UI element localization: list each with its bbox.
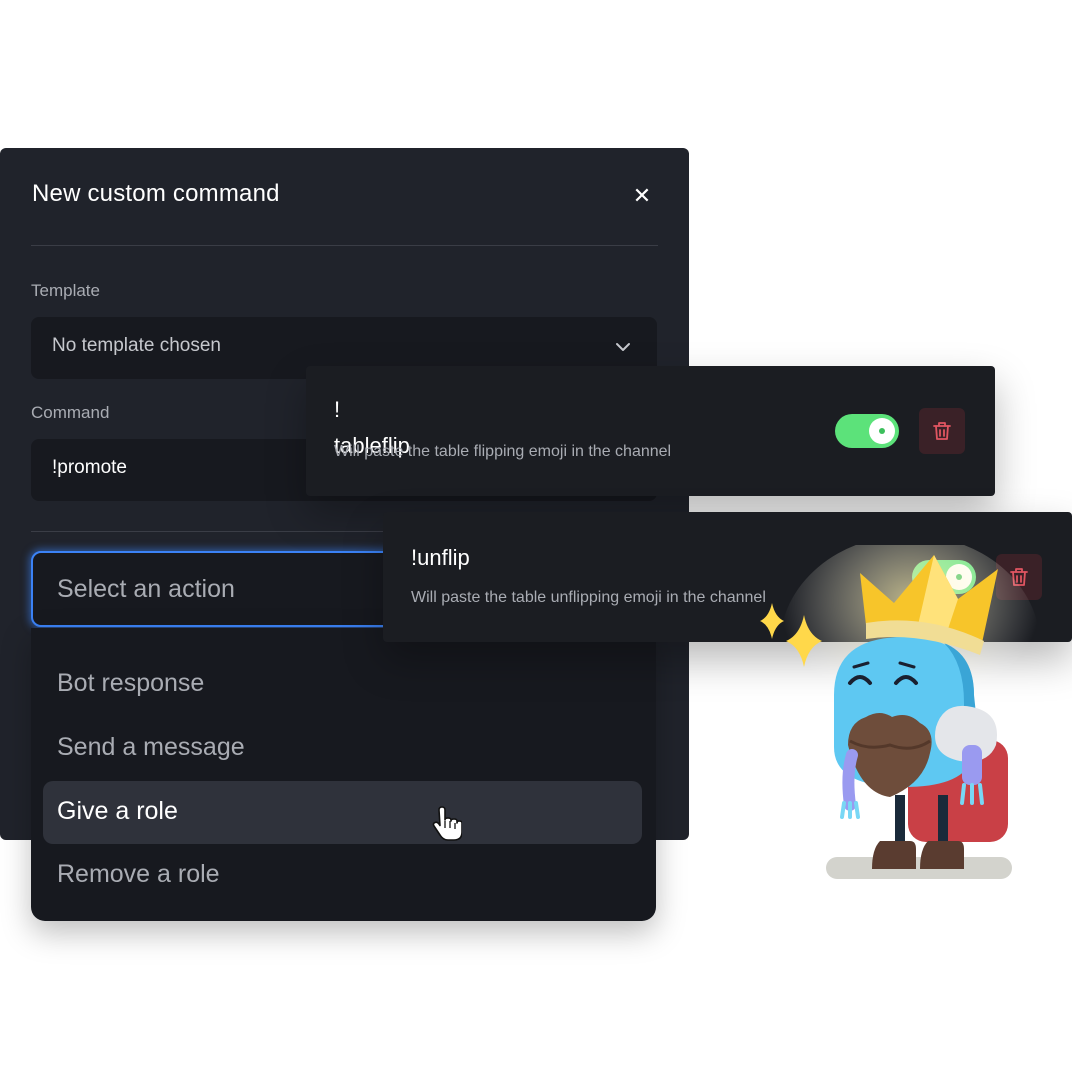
- title-divider: [31, 245, 658, 246]
- command-label: Command: [31, 403, 110, 422]
- close-icon[interactable]: ✕: [628, 182, 656, 210]
- enable-toggle[interactable]: [835, 414, 899, 448]
- command-name: !unflip: [411, 545, 470, 570]
- trash-icon: [933, 422, 951, 440]
- action-option-give-role[interactable]: Give a role: [43, 781, 642, 844]
- action-option-bot-response[interactable]: Bot response: [43, 653, 642, 716]
- template-select-value: No template chosen: [52, 335, 221, 356]
- king-mascot-illustration: [760, 545, 1040, 879]
- command-card-tableflip: ! tableflip Will paste the table flippin…: [306, 366, 995, 496]
- template-label: Template: [31, 281, 100, 300]
- modal-title: New custom command: [32, 180, 280, 207]
- chevron-down-icon: [616, 343, 630, 351]
- command-description: Will paste the table unflipping emoji in…: [411, 589, 766, 606]
- command-input-value: !promote: [52, 457, 127, 478]
- action-option-send-message[interactable]: Send a message: [43, 717, 642, 780]
- command-description: Will paste the table flipping emoji in t…: [334, 443, 672, 460]
- action-option-remove-role[interactable]: Remove a role: [43, 844, 642, 907]
- hand-cursor-icon: [432, 806, 462, 841]
- action-dropdown: Bot response Send a message Give a role …: [31, 628, 656, 921]
- delete-button[interactable]: [919, 408, 965, 454]
- action-select-placeholder: Select an action: [57, 575, 235, 603]
